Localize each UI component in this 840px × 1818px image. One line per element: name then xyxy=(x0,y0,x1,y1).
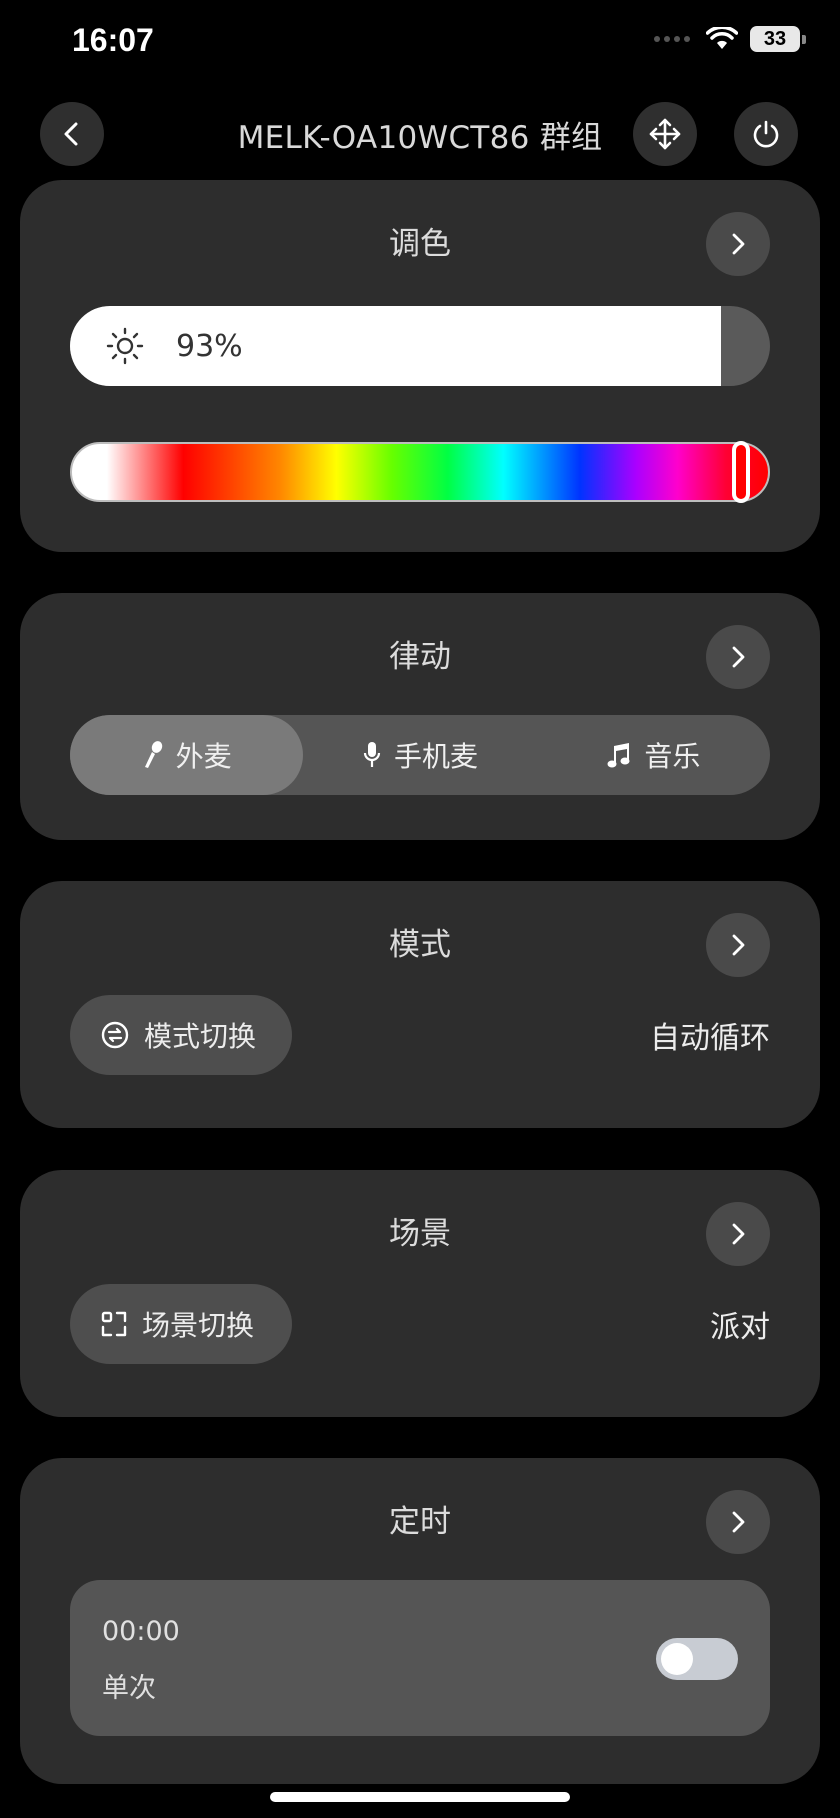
current-mode: 自动循环 xyxy=(650,1021,770,1056)
segment-music[interactable]: 音乐 xyxy=(537,715,770,795)
hue-slider-thumb[interactable] xyxy=(732,441,750,503)
sun-icon xyxy=(106,327,144,365)
segment-label: 手机麦 xyxy=(393,740,478,773)
scene-detail-button[interactable] xyxy=(706,1202,770,1266)
rhythm-detail-button[interactable] xyxy=(706,625,770,689)
brightness-slider[interactable]: 93% xyxy=(70,306,770,386)
color-detail-button[interactable] xyxy=(706,212,770,276)
status-icons: 33 xyxy=(654,26,806,52)
power-icon xyxy=(753,120,779,148)
card-title: 律动 xyxy=(389,639,451,675)
color-card: 调色 93% xyxy=(20,180,820,552)
mode-switch-button[interactable]: 模式切换 xyxy=(70,995,292,1075)
home-indicator xyxy=(270,1792,570,1802)
scene-card: 场景 场景切换 派对 xyxy=(20,1170,820,1417)
chevron-right-icon xyxy=(732,934,745,956)
segment-label: 外麦 xyxy=(175,740,232,773)
chevron-right-icon xyxy=(732,1223,745,1245)
card-title: 模式 xyxy=(389,927,451,963)
timer-entry[interactable]: 00:00 单次 xyxy=(70,1580,770,1736)
chevron-right-icon xyxy=(732,233,745,255)
microphone-icon xyxy=(363,742,381,767)
battery-indicator: 33 xyxy=(750,26,806,52)
card-title: 场景 xyxy=(389,1216,451,1252)
segment-phone-mic[interactable]: 手机麦 xyxy=(303,715,536,795)
move-arrows-icon xyxy=(649,118,681,150)
move-button[interactable] xyxy=(633,102,697,166)
toggle-knob xyxy=(661,1643,693,1675)
chevron-right-icon xyxy=(732,1511,745,1533)
segment-external-mic[interactable]: 外麦 xyxy=(70,715,304,795)
timer-detail-button[interactable] xyxy=(706,1490,770,1554)
chevron-right-icon xyxy=(732,646,745,668)
brightness-value: 93% xyxy=(176,328,243,364)
timer-repeat: 单次 xyxy=(102,1673,156,1704)
timer-toggle[interactable] xyxy=(656,1638,738,1680)
external-mic-icon xyxy=(144,741,162,768)
rhythm-card: 律动 外麦 手机麦 音乐 xyxy=(20,593,820,840)
wifi-icon xyxy=(706,27,738,49)
scene-frame-icon xyxy=(101,1311,127,1337)
timer-time: 00:00 xyxy=(102,1616,180,1647)
status-time: 16:07 xyxy=(72,22,154,58)
card-title: 调色 xyxy=(389,226,451,262)
scene-switch-label: 场景切换 xyxy=(142,1309,255,1342)
current-scene: 派对 xyxy=(710,1310,770,1345)
mode-card: 模式 模式切换 自动循环 xyxy=(20,881,820,1128)
mode-detail-button[interactable] xyxy=(706,913,770,977)
cellular-signal-icon xyxy=(654,36,690,42)
mode-switch-label: 模式切换 xyxy=(144,1020,257,1053)
page-title: MELK-OA10WCT86 群组 xyxy=(237,120,603,156)
card-title: 定时 xyxy=(389,1504,451,1540)
scene-switch-button[interactable]: 场景切换 xyxy=(70,1284,292,1364)
hue-slider[interactable] xyxy=(70,442,770,502)
timer-card: 定时 00:00 单次 xyxy=(20,1458,820,1784)
switch-arrows-icon xyxy=(101,1021,129,1049)
rhythm-source-segmented-control: 外麦 手机麦 音乐 xyxy=(70,715,770,795)
music-note-icon xyxy=(607,743,630,768)
segment-label: 音乐 xyxy=(644,740,701,773)
power-button[interactable] xyxy=(734,102,798,166)
